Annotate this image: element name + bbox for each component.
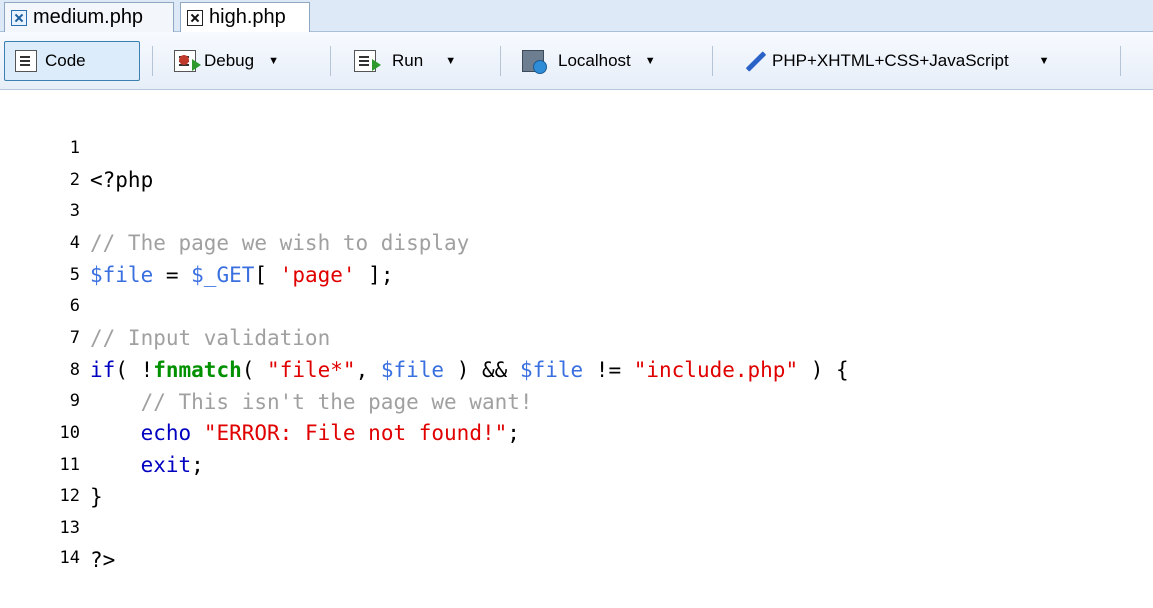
code-line: 12	[0, 448, 1153, 506]
localhost-button[interactable]: Localhost ▼	[512, 41, 702, 81]
close-icon[interactable]	[187, 9, 203, 26]
tab-medium-php[interactable]: medium.php	[4, 2, 174, 32]
debug-label: Debug	[204, 51, 255, 70]
tab-high-php[interactable]: high.php	[180, 2, 310, 32]
debug-icon	[174, 50, 201, 72]
code-line: 6 // Input validation	[0, 258, 1153, 350]
code-line: 11 }	[0, 417, 1153, 509]
code-line: 1 <?php	[0, 100, 1153, 192]
localhost-label: Localhost	[558, 51, 631, 70]
code-button[interactable]: Code	[4, 41, 140, 81]
code-line: 3 // The page we wish to display	[0, 163, 1153, 255]
server-icon	[522, 50, 547, 74]
toolbar-separator	[152, 46, 153, 76]
run-label: Run	[392, 51, 424, 70]
line-number: 14	[59, 548, 80, 568]
toolbar-separator	[1120, 46, 1121, 76]
code-editor[interactable]: 1 <?php 2 3 // The page we wish to displ…	[0, 90, 1153, 572]
language-selector[interactable]: PHP+XHTML+CSS+JavaScript ▼	[732, 41, 1112, 81]
code-line: 7 if( !fnmatch( "file*", $file ) && $fil…	[0, 290, 1153, 382]
toolbar: Code Debug ▼ Run ▼ Localhost ▼ PHP+XHTML…	[0, 32, 1153, 90]
code-line: 8 // This isn't the page we want!	[0, 322, 1153, 414]
code-label: Code	[45, 51, 86, 70]
chevron-down-icon[interactable]: ▼	[445, 55, 456, 67]
toolbar-separator	[330, 46, 331, 76]
code-line: 4 $file = $_GET[ 'page' ];	[0, 195, 1153, 287]
tab-strip: medium.php high.php	[0, 0, 1153, 32]
tab-label: high.php	[209, 6, 286, 28]
code-line: 2	[0, 132, 1153, 190]
chevron-down-icon[interactable]: ▼	[268, 55, 279, 67]
run-button[interactable]: Run ▼	[344, 41, 494, 81]
code-line: 14	[0, 510, 1153, 568]
code-line: 5	[0, 227, 1153, 285]
run-icon	[354, 50, 381, 72]
debug-button[interactable]: Debug ▼	[164, 41, 324, 81]
code-line: 13 ?>	[0, 480, 1153, 572]
php-close-tag: ?>	[90, 548, 116, 572]
toolbar-separator	[500, 46, 501, 76]
close-icon[interactable]	[11, 9, 27, 26]
pencil-icon	[742, 50, 764, 72]
document-icon	[15, 50, 37, 72]
language-label: PHP+XHTML+CSS+JavaScript	[772, 51, 1009, 70]
code-line: 10 exit;	[0, 385, 1153, 477]
toolbar-separator	[712, 46, 713, 76]
chevron-down-icon[interactable]: ▼	[1039, 55, 1050, 67]
chevron-down-icon[interactable]: ▼	[645, 55, 656, 67]
tab-label: medium.php	[33, 6, 144, 28]
code-line: 9 echo "ERROR: File not found!";	[0, 353, 1153, 445]
